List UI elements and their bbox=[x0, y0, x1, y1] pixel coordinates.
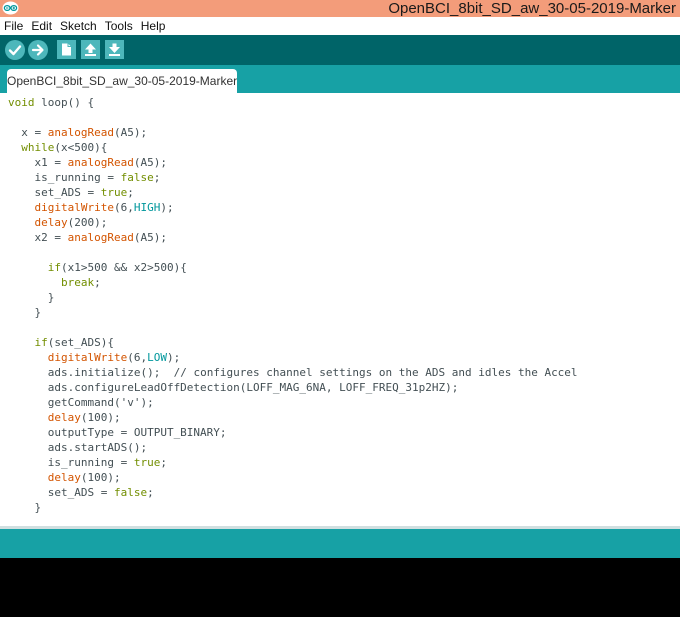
code-line[interactable]: ​ bbox=[8, 110, 578, 125]
code-line[interactable]: ads.startADS(); bbox=[8, 440, 578, 455]
window-title: OpenBCI_8bit_SD_aw_30-05-2019-Marker bbox=[388, 0, 676, 17]
code-line[interactable]: ads.initialize(); // configures channel … bbox=[8, 365, 578, 380]
code-area[interactable]: void loop() {​ x = analogRead(A5); while… bbox=[8, 95, 578, 515]
code-line[interactable]: while(x<500){ bbox=[8, 140, 578, 155]
code-line[interactable]: } bbox=[8, 305, 578, 320]
code-line[interactable]: delay(200); bbox=[8, 215, 578, 230]
code-line[interactable]: outputType = OUTPUT_BINARY; bbox=[8, 425, 578, 440]
menu-edit[interactable]: Edit bbox=[27, 17, 56, 35]
new-sketch-button[interactable] bbox=[57, 40, 76, 59]
upload-icon bbox=[31, 44, 44, 56]
code-line[interactable]: } bbox=[8, 500, 578, 515]
status-bar bbox=[0, 529, 680, 558]
open-button[interactable] bbox=[81, 40, 100, 59]
code-line[interactable]: delay(100); bbox=[8, 410, 578, 425]
tab-sketch[interactable]: OpenBCI_8bit_SD_aw_30-05-2019-Marker bbox=[7, 69, 237, 93]
verify-button[interactable] bbox=[5, 40, 25, 60]
code-line[interactable]: } bbox=[8, 290, 578, 305]
tab-bar: OpenBCI_8bit_SD_aw_30-05-2019-Marker bbox=[0, 65, 680, 93]
console-output bbox=[0, 558, 680, 617]
menu-file[interactable]: File bbox=[0, 17, 27, 35]
menu-bar: File Edit Sketch Tools Help bbox=[0, 17, 680, 35]
code-line[interactable]: delay(100); bbox=[8, 470, 578, 485]
new-icon bbox=[62, 43, 71, 56]
code-line[interactable]: if(x1>500 && x2>500){ bbox=[8, 260, 578, 275]
code-line[interactable]: x2 = analogRead(A5); bbox=[8, 230, 578, 245]
code-line[interactable]: if(set_ADS){ bbox=[8, 335, 578, 350]
menu-tools[interactable]: Tools bbox=[101, 17, 137, 35]
code-line[interactable]: ads.configureLeadOffDetection(LOFF_MAG_6… bbox=[8, 380, 578, 395]
code-line[interactable]: set_ADS = false; bbox=[8, 485, 578, 500]
title-bar: OpenBCI_8bit_SD_aw_30-05-2019-Marker bbox=[0, 0, 680, 17]
code-line[interactable]: x = analogRead(A5); bbox=[8, 125, 578, 140]
arduino-logo-icon bbox=[2, 1, 19, 15]
open-icon bbox=[85, 43, 96, 56]
code-editor[interactable]: void loop() {​ x = analogRead(A5); while… bbox=[0, 93, 680, 526]
code-line[interactable]: ​ bbox=[8, 245, 578, 260]
toolbar bbox=[0, 35, 680, 65]
upload-button[interactable] bbox=[28, 40, 48, 60]
code-line[interactable]: void loop() { bbox=[8, 95, 578, 110]
code-line[interactable]: digitalWrite(6,LOW); bbox=[8, 350, 578, 365]
menu-help[interactable]: Help bbox=[137, 17, 170, 35]
code-line[interactable]: getCommand('v'); bbox=[8, 395, 578, 410]
verify-icon bbox=[8, 45, 22, 56]
save-button[interactable] bbox=[105, 40, 124, 59]
code-line[interactable]: set_ADS = true; bbox=[8, 185, 578, 200]
code-line[interactable]: ​ bbox=[8, 320, 578, 335]
code-line[interactable]: is_running = true; bbox=[8, 455, 578, 470]
code-line[interactable]: digitalWrite(6,HIGH); bbox=[8, 200, 578, 215]
code-line[interactable]: is_running = false; bbox=[8, 170, 578, 185]
save-icon bbox=[109, 43, 120, 56]
code-line[interactable]: break; bbox=[8, 275, 578, 290]
code-line[interactable]: x1 = analogRead(A5); bbox=[8, 155, 578, 170]
menu-sketch[interactable]: Sketch bbox=[56, 17, 101, 35]
